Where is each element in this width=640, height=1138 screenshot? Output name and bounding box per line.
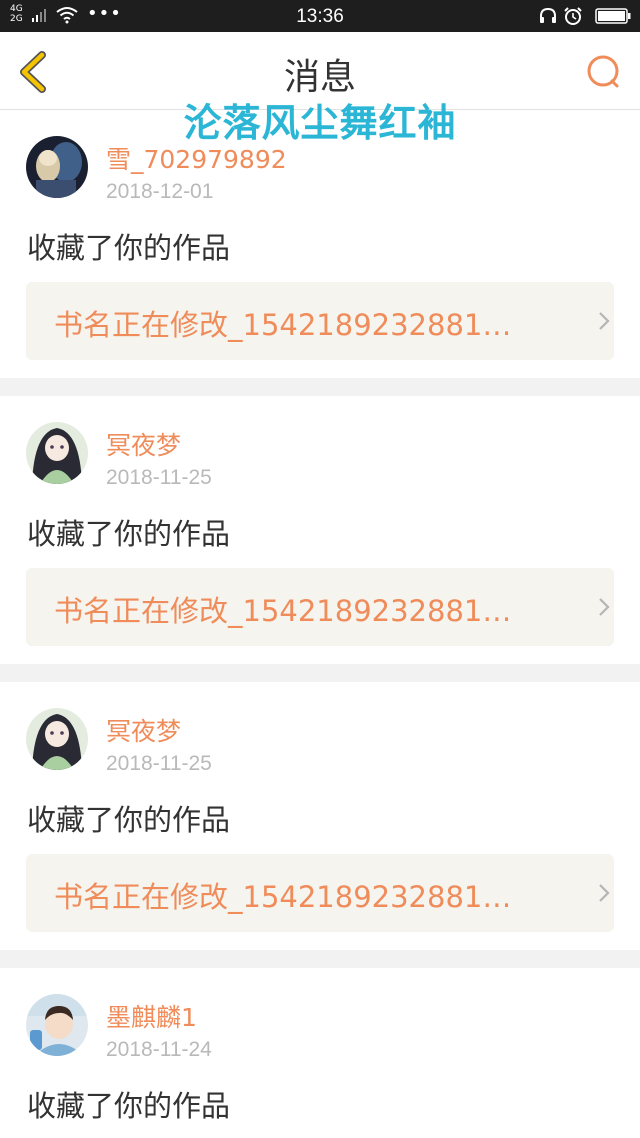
message-text: 收藏了你的作品 <box>27 517 231 551</box>
user-avatar[interactable] <box>26 422 88 484</box>
work-title: 书名正在修改_1542189232881… <box>54 594 512 628</box>
battery-icon <box>595 8 631 24</box>
work-link[interactable]: 书名正在修改_1542189232881… <box>26 568 614 646</box>
status-bar: 4G 2G ••• 13:36 <box>0 0 640 32</box>
message-card: 冥夜梦 2018-11-25 收藏了你的作品 书名正在修改_1542189232… <box>0 396 640 664</box>
section-divider <box>0 950 640 968</box>
section-divider <box>0 664 640 682</box>
message-date: 2018-12-01 <box>106 180 214 203</box>
message-text: 收藏了你的作品 <box>27 231 231 265</box>
user-avatar[interactable] <box>26 708 88 770</box>
work-title: 书名正在修改_1542189232881… <box>54 880 512 914</box>
search-button[interactable] <box>584 52 624 92</box>
work-link[interactable]: 书名正在修改_1542189232881… <box>26 854 614 932</box>
message-text: 收藏了你的作品 <box>27 803 231 837</box>
chevron-right-icon <box>599 884 610 902</box>
message-date: 2018-11-25 <box>106 752 212 775</box>
section-divider <box>0 378 640 396</box>
alarm-icon <box>564 7 582 25</box>
work-link[interactable]: 书名正在修改_1542189232881… <box>26 282 614 360</box>
message-text: 收藏了你的作品 <box>27 1089 231 1123</box>
user-name[interactable]: 冥夜梦 <box>106 426 181 462</box>
chevron-right-icon <box>599 598 610 616</box>
message-card: 冥夜梦 2018-11-25 收藏了你的作品 书名正在修改_1542189232… <box>0 682 640 950</box>
watermark-text: 沦落风尘舞红袖 <box>183 101 457 145</box>
work-title: 书名正在修改_1542189232881… <box>54 308 512 342</box>
user-avatar[interactable] <box>26 994 88 1056</box>
chevron-right-icon <box>599 312 610 330</box>
headphone-icon <box>540 7 556 23</box>
message-date: 2018-11-25 <box>106 466 212 489</box>
message-card: 雪_702979892 2018-12-01 收藏了你的作品 书名正在修改_15… <box>0 110 640 378</box>
message-card: 墨麒麟1 2018-11-24 收藏了你的作品 <box>0 968 640 1138</box>
message-date: 2018-11-24 <box>106 1038 212 1061</box>
user-name[interactable]: 墨麒麟1 <box>106 998 197 1034</box>
user-name[interactable]: 冥夜梦 <box>106 712 181 748</box>
